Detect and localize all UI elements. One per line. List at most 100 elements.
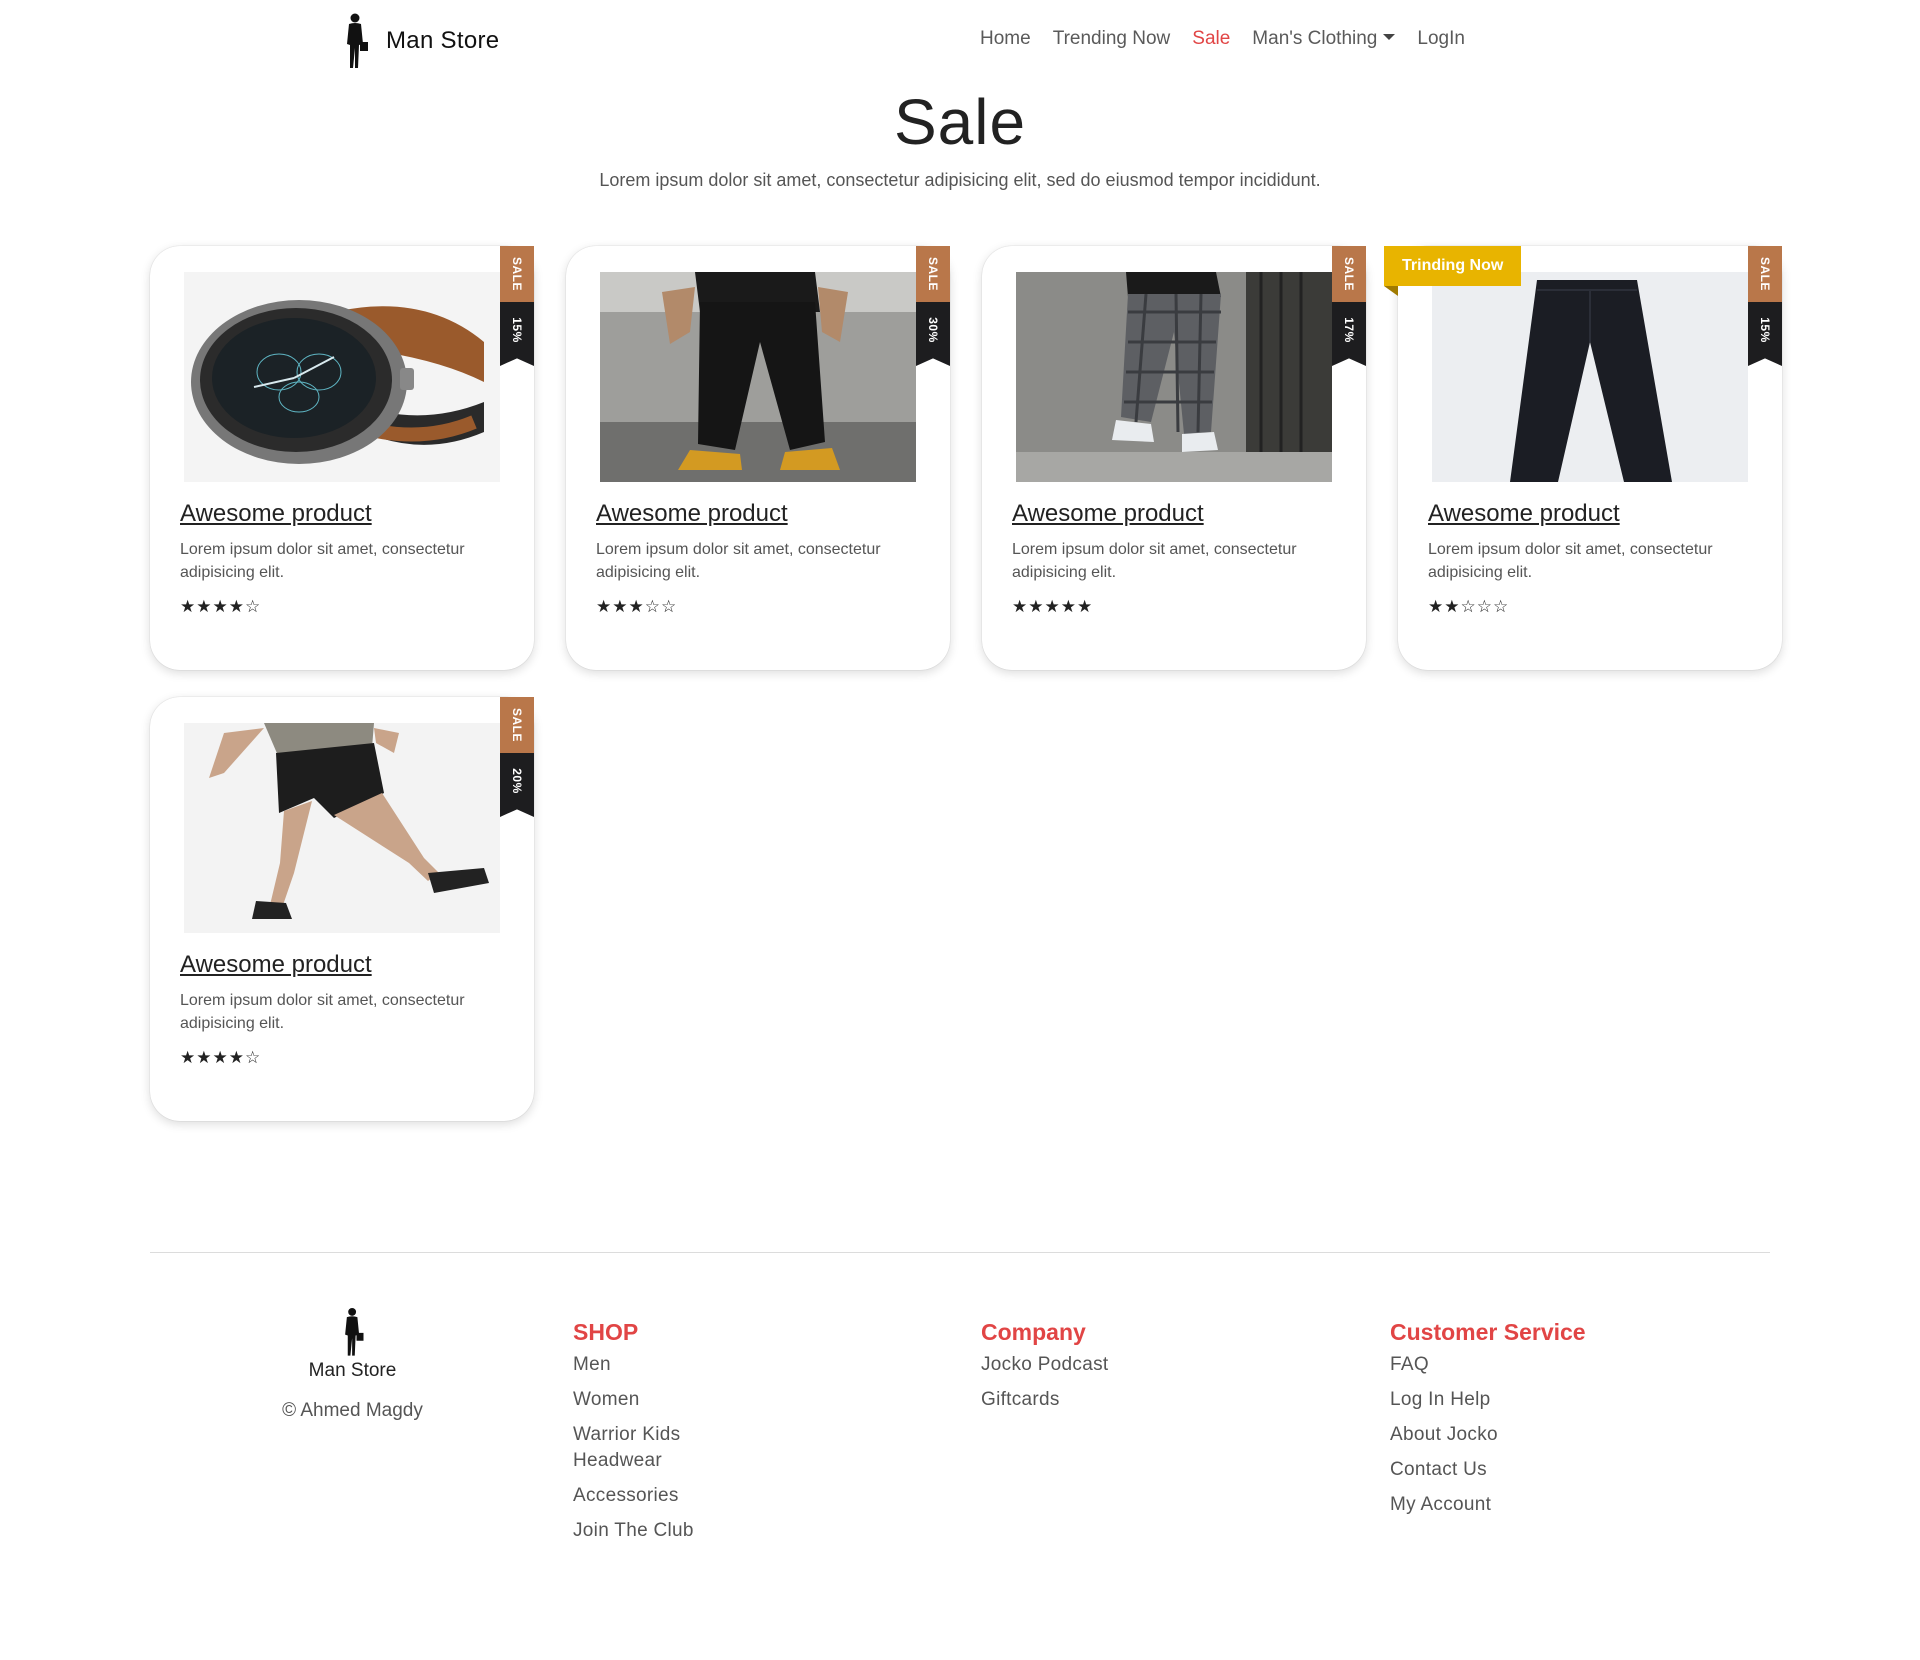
- black-cargo-pants-image: [600, 272, 916, 482]
- star-filled-icon: ★: [1077, 597, 1093, 616]
- product-description: Lorem ipsum dolor sit amet, consectetur …: [1012, 541, 1297, 581]
- nav-mans-clothing-dropdown[interactable]: Man's Clothing: [1252, 28, 1396, 50]
- sale-label: SALE: [926, 256, 941, 292]
- star-filled-icon: ★: [180, 1048, 196, 1067]
- footer-brand: Man Store © Ahmed Magdy: [250, 1306, 455, 1422]
- footer-link-warrior-kids-headwear[interactable]: Warrior Kids Headwear: [573, 1422, 723, 1474]
- discount-label: 20%: [510, 768, 524, 794]
- footer-column-company: Company Jocko Podcast Giftcards: [981, 1319, 1241, 1422]
- star-filled-icon: ★: [180, 597, 196, 616]
- star-empty-icon: ☆: [1493, 597, 1509, 616]
- product-card[interactable]: SALE 17% Awesome product Lorem ipsum dol…: [982, 246, 1366, 670]
- product-image-black-shorts[interactable]: [184, 723, 500, 933]
- product-image-navy-pants[interactable]: [1432, 272, 1748, 482]
- rating-stars: ★ ★ ★ ★ ☆: [180, 1049, 260, 1066]
- footer-link-women[interactable]: Women: [573, 1387, 833, 1413]
- star-filled-icon: ★: [1044, 597, 1060, 616]
- star-filled-icon: ★: [212, 597, 228, 616]
- product-description: Lorem ipsum dolor sit amet, consectetur …: [180, 541, 465, 581]
- man-silhouette-icon: [347, 13, 368, 68]
- star-empty-icon: ☆: [644, 597, 660, 616]
- product-title-link[interactable]: Awesome product: [180, 500, 372, 528]
- navbar: Man Store Home Trending Now Sale Man's C…: [0, 0, 1920, 84]
- product-card[interactable]: SALE 20% Awesome product Lorem ipsum dol…: [150, 697, 534, 1121]
- smartwatch-image: [184, 272, 500, 482]
- brand-link[interactable]: Man Store: [340, 12, 499, 70]
- star-filled-icon: ★: [228, 597, 244, 616]
- star-filled-icon: ★: [612, 597, 628, 616]
- footer-link-giftcards[interactable]: Giftcards: [981, 1387, 1241, 1413]
- footer-link-men[interactable]: Men: [573, 1352, 833, 1378]
- footer-link-jocko-podcast[interactable]: Jocko Podcast: [981, 1352, 1241, 1378]
- star-empty-icon: ☆: [245, 597, 261, 616]
- nav-home[interactable]: Home: [980, 28, 1031, 50]
- footer-heading: Customer Service: [1390, 1319, 1586, 1345]
- star-filled-icon: ★: [228, 1048, 244, 1067]
- footer-divider: [150, 1252, 1770, 1253]
- product-title-link[interactable]: Awesome product: [1428, 500, 1620, 528]
- footer-link-faq[interactable]: FAQ: [1390, 1352, 1690, 1378]
- trending-badge: Trinding Now: [1384, 246, 1522, 296]
- product-title-link[interactable]: Awesome product: [180, 951, 372, 979]
- sale-ribbon: SALE 15%: [500, 246, 534, 366]
- sale-label: SALE: [1758, 256, 1773, 292]
- star-filled-icon: ★: [196, 1048, 212, 1067]
- caret-down-icon: [1383, 34, 1396, 41]
- product-card[interactable]: SALE 15% Awesome product Lorem ipsum dol…: [150, 246, 534, 670]
- product-description: Lorem ipsum dolor sit amet, consectetur …: [596, 541, 881, 581]
- sale-label: SALE: [510, 256, 525, 292]
- footer-heading: SHOP: [573, 1319, 639, 1345]
- navy-pants-image: [1432, 272, 1748, 482]
- star-filled-icon: ★: [1444, 597, 1460, 616]
- nav-login[interactable]: LogIn: [1417, 28, 1465, 50]
- product-title-link[interactable]: Awesome product: [596, 500, 788, 528]
- footer-link-contact-us[interactable]: Contact Us: [1390, 1457, 1690, 1483]
- rating-stars: ★ ★ ★ ☆ ☆: [596, 598, 676, 615]
- black-shorts-image: [184, 723, 500, 933]
- footer-link-login-help[interactable]: Log In Help: [1390, 1387, 1690, 1413]
- rating-stars: ★ ★ ★ ★ ★: [1012, 598, 1092, 615]
- star-filled-icon: ★: [1060, 597, 1076, 616]
- rating-stars: ★ ★ ★ ★ ☆: [180, 598, 260, 615]
- footer-link-my-account[interactable]: My Account: [1390, 1492, 1690, 1518]
- product-card[interactable]: SALE 30% Awesome product Lorem ipsum dol…: [566, 246, 950, 670]
- nav-mans-clothing-label: Man's Clothing: [1252, 28, 1378, 49]
- footer-link-accessories[interactable]: Accessories: [573, 1483, 833, 1509]
- star-filled-icon: ★: [1428, 597, 1444, 616]
- footer-heading: Company: [981, 1319, 1086, 1345]
- rating-stars: ★ ★ ☆ ☆ ☆: [1428, 598, 1508, 615]
- man-silhouette-icon: [344, 1307, 363, 1356]
- sale-label: SALE: [1342, 256, 1357, 292]
- plaid-trousers-image: [1016, 272, 1332, 482]
- footer-brand-name: Man Store: [308, 1360, 397, 1381]
- nav-sale[interactable]: Sale: [1192, 28, 1230, 50]
- footer-link-about-jocko[interactable]: About Jocko: [1390, 1422, 1690, 1448]
- product-description: Lorem ipsum dolor sit amet, consectetur …: [1428, 541, 1713, 581]
- discount-label: 15%: [510, 317, 524, 343]
- sale-ribbon: SALE 20%: [500, 697, 534, 817]
- product-image-smartwatch[interactable]: [184, 272, 500, 482]
- page-title: Sale: [893, 86, 1027, 158]
- brand-name: Man Store: [386, 27, 500, 54]
- discount-label: 17%: [1342, 317, 1356, 343]
- product-image-black-cargo-pants[interactable]: [600, 272, 916, 482]
- star-empty-icon: ☆: [1476, 597, 1492, 616]
- star-filled-icon: ★: [1028, 597, 1044, 616]
- star-empty-icon: ☆: [1460, 597, 1476, 616]
- main-nav: Home Trending Now Sale Man's Clothing Lo…: [980, 28, 1465, 50]
- product-image-plaid-trousers[interactable]: [1016, 272, 1332, 482]
- star-filled-icon: ★: [212, 1048, 228, 1067]
- sale-ribbon: SALE 17%: [1332, 246, 1366, 366]
- nav-trending-now[interactable]: Trending Now: [1053, 28, 1171, 50]
- footer-copyright: © Ahmed Magdy: [282, 1400, 423, 1421]
- star-filled-icon: ★: [628, 597, 644, 616]
- discount-label: 15%: [1758, 317, 1772, 343]
- sale-label: SALE: [510, 707, 525, 743]
- footer-link-join-the-club[interactable]: Join The Club: [573, 1518, 833, 1544]
- star-empty-icon: ☆: [245, 1048, 261, 1067]
- sale-ribbon: SALE 30%: [916, 246, 950, 366]
- product-card[interactable]: Trinding Now SALE 15% Awesome product Lo…: [1384, 246, 1782, 670]
- sale-ribbon: SALE 15%: [1748, 246, 1782, 366]
- star-filled-icon: ★: [596, 597, 612, 616]
- product-title-link[interactable]: Awesome product: [1012, 500, 1204, 528]
